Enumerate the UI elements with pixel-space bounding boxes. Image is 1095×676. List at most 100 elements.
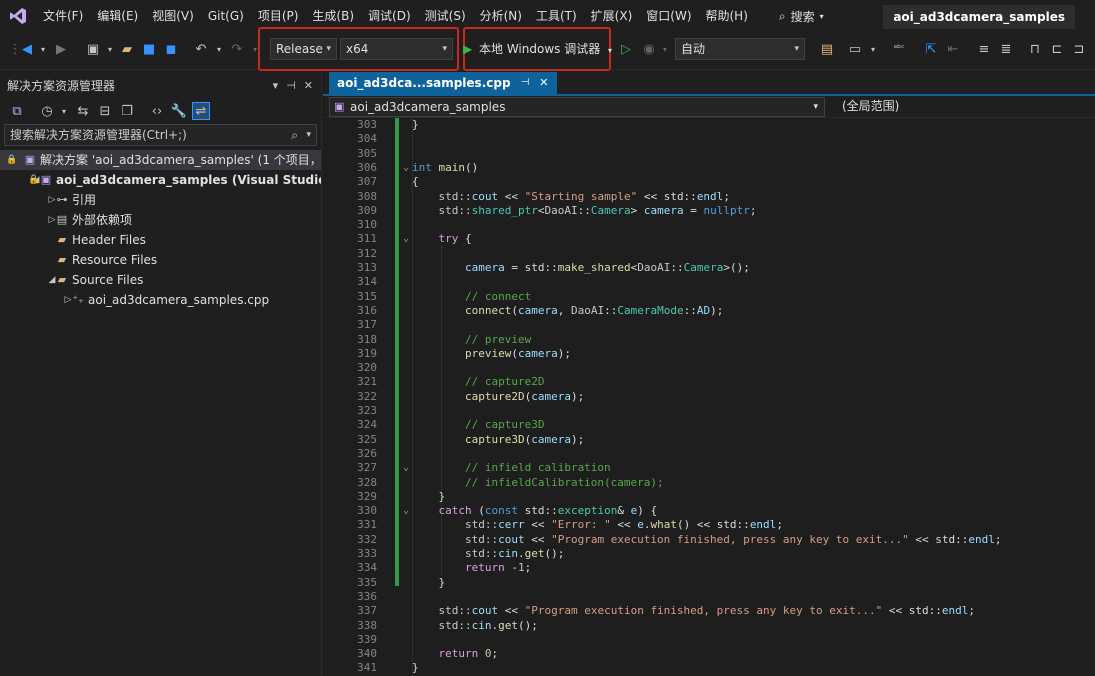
code-line[interactable]: 330 ⌄ catch (const std::exception& e) { — [323, 504, 1095, 518]
solution-configuration-dropdown[interactable]: Release ▾ — [270, 38, 337, 60]
start-without-debugging-icon[interactable]: ▷ — [617, 40, 635, 58]
code-line[interactable]: 337 std::cout << "Program execution fini… — [323, 604, 1095, 618]
spell-check-icon[interactable]: ᵃᵇᶜ — [890, 40, 908, 58]
code-line[interactable]: 314 — [323, 275, 1095, 289]
code-line[interactable]: 313 camera = std::make_shared<DaoAI::Cam… — [323, 261, 1095, 275]
navigate-forward-icon[interactable]: ▶ — [52, 40, 70, 58]
menu-item[interactable]: Git(G) — [201, 5, 251, 27]
menu-item[interactable]: 帮助(H) — [699, 5, 755, 27]
code-line[interactable]: 327 ⌄ // infield calibration — [323, 461, 1095, 475]
properties-icon[interactable]: 🔧 — [170, 102, 188, 120]
code-line[interactable]: 317 — [323, 318, 1095, 332]
tree-item[interactable]: ▷ ⁺₊ aoi_ad3dcamera_samples.cpp — [0, 290, 321, 310]
menu-item[interactable]: 工具(T) — [529, 5, 584, 27]
code-line[interactable]: 328 // infieldCalibration(camera); — [323, 476, 1095, 490]
code-line[interactable]: 339 — [323, 633, 1095, 647]
switch-views-icon[interactable]: ⧉ — [8, 102, 26, 120]
open-file-icon[interactable]: ▰ — [118, 40, 136, 58]
code-line[interactable]: 340 return 0; — [323, 647, 1095, 661]
window-layout-icon[interactable]: ▭ — [846, 40, 864, 58]
code-line[interactable]: 309 std::shared_ptr<DaoAI::Camera> camer… — [323, 204, 1095, 218]
code-line[interactable]: 315 // connect — [323, 290, 1095, 304]
code-line[interactable]: 336 — [323, 590, 1095, 604]
fold-toggle-icon[interactable]: ⌄ — [401, 461, 411, 475]
panel-menu-icon[interactable]: ▾ — [273, 79, 279, 92]
pin-icon[interactable]: ⊣ — [286, 79, 296, 92]
auto-dropdown[interactable]: 自动 ▾ — [675, 38, 805, 60]
solution-search-input[interactable]: 搜索解决方案资源管理器(Ctrl+;) ⌕ ▾ — [4, 124, 317, 146]
tree-item[interactable]: 🔒 ▣ 解决方案 'aoi_ad3dcamera_samples' (1 个项目，共 — [0, 150, 321, 170]
code-line[interactable]: 316 connect(camera, DaoAI::CameraMode::A… — [323, 304, 1095, 318]
code-line[interactable]: 332 std::cout << "Program execution fini… — [323, 533, 1095, 547]
new-project-dropdown-icon[interactable]: ▾ — [101, 40, 119, 58]
show-all-files-icon[interactable]: ❐ — [118, 102, 136, 120]
code-line[interactable]: 308 std::cout << "Starting sample" << st… — [323, 190, 1095, 204]
code-line[interactable]: 318 // preview — [323, 333, 1095, 347]
code-line[interactable]: 322 capture2D(camera); — [323, 390, 1095, 404]
code-line[interactable]: 321 // capture2D — [323, 375, 1095, 389]
code-line[interactable]: 329 } — [323, 490, 1095, 504]
navigate-back-dropdown-icon[interactable]: ▾ — [34, 40, 52, 58]
search-menu[interactable]: ⌕ 搜索 ▾ — [773, 8, 830, 25]
tree-item[interactable]: ▰ Header Files — [0, 230, 321, 250]
project-navigation-dropdown[interactable]: ▣ aoi_ad3dcamera_samples ▾ — [329, 97, 825, 117]
menu-item[interactable]: 测试(S) — [418, 5, 473, 27]
close-tab-icon[interactable]: ✕ — [539, 72, 548, 94]
fold-toggle-icon[interactable]: ⌄ — [401, 161, 411, 175]
hot-reload-dropdown-icon[interactable]: ▾ — [656, 40, 674, 58]
code-line[interactable]: 319 preview(camera); — [323, 347, 1095, 361]
menu-item[interactable]: 生成(B) — [305, 5, 361, 27]
tree-item[interactable]: ◢ ▰ Source Files — [0, 270, 321, 290]
menu-item[interactable]: 编辑(E) — [90, 5, 145, 27]
code-line[interactable]: 312 — [323, 247, 1095, 261]
outdent-icon[interactable]: ⇤ — [944, 40, 962, 58]
tree-item[interactable]: ▷ ▤ 外部依赖项 — [0, 210, 321, 230]
menu-item[interactable]: 扩展(X) — [584, 5, 640, 27]
menu-item[interactable]: 分析(N) — [473, 5, 529, 27]
visual-studio-logo-icon[interactable] — [0, 0, 36, 32]
code-line[interactable]: 320 — [323, 361, 1095, 375]
previous-bookmark-icon[interactable]: ⊏ — [1048, 40, 1066, 58]
code-line[interactable]: 307 { — [323, 175, 1095, 189]
next-bookmark-icon[interactable]: ⊐ — [1070, 40, 1088, 58]
code-line[interactable]: 324 // capture3D — [323, 418, 1095, 432]
scope-navigation-dropdown[interactable]: (全局范围) — [828, 97, 1092, 117]
code-line[interactable]: 303} — [323, 118, 1095, 132]
fold-toggle-icon[interactable]: ⌄ — [401, 504, 411, 518]
pending-changes-dropdown-icon[interactable]: ▾ — [55, 102, 73, 120]
tab-aoi-ad3dcamera-samples-cpp[interactable]: aoi_ad3dca...samples.cpp ⊣ ✕ — [329, 72, 557, 94]
code-line[interactable]: 341} — [323, 661, 1095, 675]
code-line[interactable]: 310 — [323, 218, 1095, 232]
pending-changes-icon[interactable]: ◷ — [38, 102, 56, 120]
menu-item[interactable]: 项目(P) — [251, 5, 306, 27]
tree-item[interactable]: ▷ ⊶ 引用 — [0, 190, 321, 210]
menu-item[interactable]: 文件(F) — [36, 5, 90, 27]
menu-item[interactable]: 窗口(W) — [639, 5, 698, 27]
code-line[interactable]: 305 — [323, 147, 1095, 161]
save-icon[interactable]: ■ — [140, 40, 158, 58]
code-line[interactable]: 335 } — [323, 576, 1095, 590]
close-icon[interactable]: ✕ — [304, 79, 313, 92]
code-line[interactable]: 326 — [323, 447, 1095, 461]
solution-platform-dropdown[interactable]: x64 ▾ — [340, 38, 453, 60]
code-line[interactable]: 306 ⌄ int main() — [323, 161, 1095, 175]
window-layout-dropdown-icon[interactable]: ▾ — [864, 40, 882, 58]
undo-icon[interactable]: ↶ — [192, 40, 210, 58]
code-view-icon[interactable]: ‹› — [148, 102, 166, 120]
code-line[interactable]: 311 ⌄ try { — [323, 232, 1095, 246]
find-in-files-icon[interactable]: ▤ — [818, 40, 836, 58]
code-editor[interactable]: 303} 304 305 306 ⌄ int main() 307{308 std::cou… — [323, 118, 1095, 676]
code-line[interactable]: 325 capture3D(camera); — [323, 433, 1095, 447]
bookmark-icon[interactable]: ⊓ — [1026, 40, 1044, 58]
new-project-icon[interactable]: ▣ — [84, 40, 102, 58]
toggle-cursor-icon[interactable]: ⇱ — [922, 40, 940, 58]
comment-lines-icon[interactable]: ≡ — [975, 40, 993, 58]
menu-item[interactable]: 视图(V) — [145, 5, 201, 27]
code-line[interactable]: 323 — [323, 404, 1095, 418]
code-line[interactable]: 331 std::cerr << "Error: " << e.what() <… — [323, 518, 1095, 532]
menu-item[interactable]: 调试(D) — [361, 5, 418, 27]
code-line[interactable]: 338 std::cin.get(); — [323, 619, 1095, 633]
redo-icon[interactable]: ↷ — [228, 40, 246, 58]
pin-icon[interactable]: ⊣ — [521, 72, 530, 94]
uncomment-lines-icon[interactable]: ≣ — [997, 40, 1015, 58]
